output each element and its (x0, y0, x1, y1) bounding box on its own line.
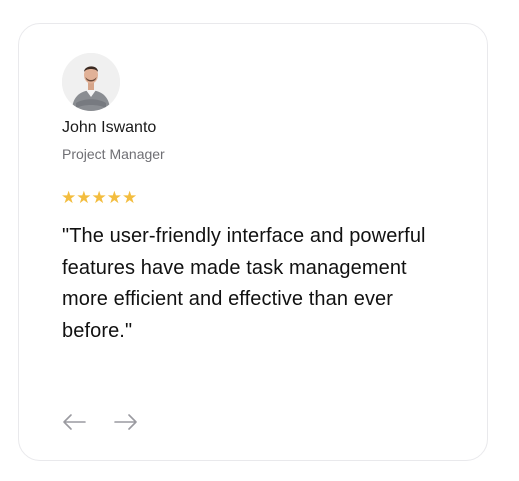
star-icon: ★ (106, 188, 122, 208)
avatar (62, 53, 120, 111)
person-photo-icon (62, 53, 120, 111)
star-icon: ★ (76, 188, 92, 208)
next-button[interactable] (111, 408, 141, 436)
star-icon: ★ (61, 188, 77, 208)
author-role: Project Manager (62, 146, 165, 162)
arrow-right-icon (114, 414, 137, 430)
previous-button[interactable] (59, 408, 89, 436)
star-icon: ★ (91, 188, 107, 208)
star-rating: ★ ★ ★ ★ ★ (61, 188, 137, 208)
star-icon: ★ (122, 188, 138, 208)
testimonial-card: John Iswanto Project Manager ★ ★ ★ ★ ★ "… (18, 23, 488, 461)
arrow-left-icon (63, 414, 86, 430)
testimonial-quote: "The user-friendly interface and powerfu… (62, 225, 426, 342)
author-name: John Iswanto (62, 119, 157, 136)
